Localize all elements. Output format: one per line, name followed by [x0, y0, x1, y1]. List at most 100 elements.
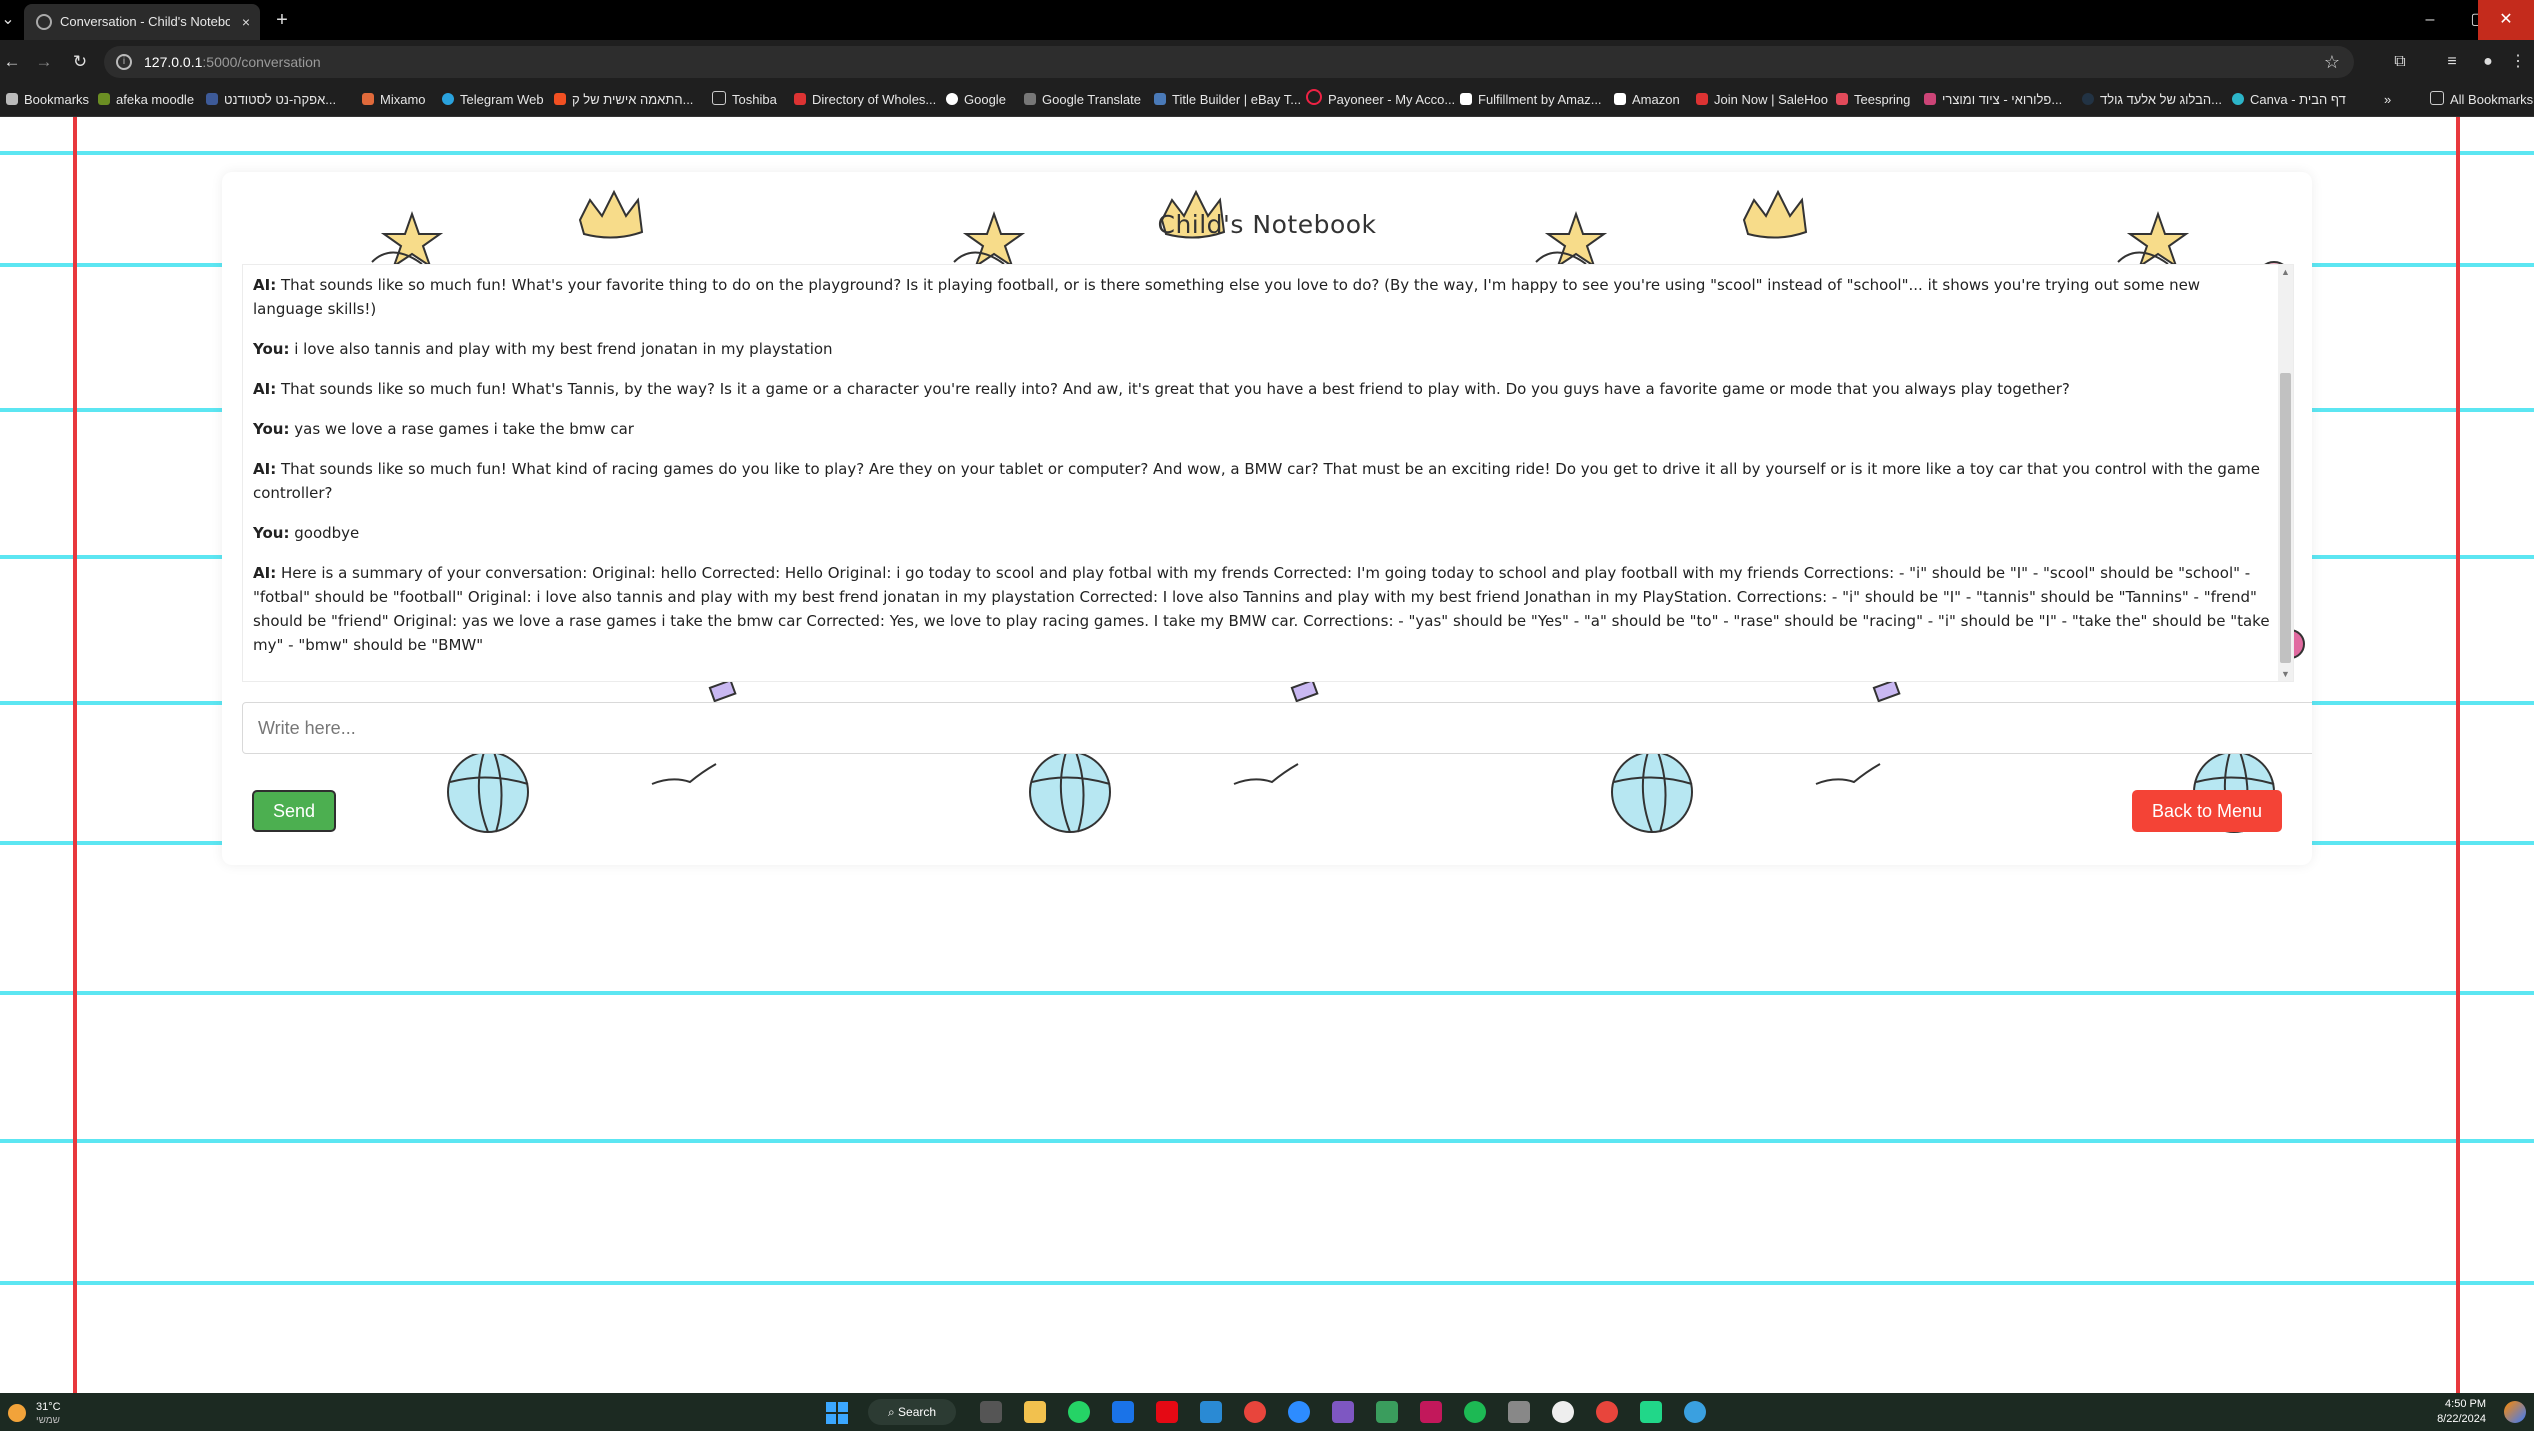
bookmark-item[interactable]: Teespring: [1836, 84, 1910, 116]
task-view-icon[interactable]: [980, 1401, 1002, 1423]
zoom-icon[interactable]: [1288, 1401, 1310, 1423]
speaker-label: AI:: [253, 276, 277, 294]
jetbrains-icon[interactable]: [1420, 1401, 1442, 1423]
system-clock[interactable]: 4:50 PM 8/22/2024: [2437, 1397, 2486, 1427]
extensions-icon[interactable]: ⧉: [2388, 50, 2412, 74]
notebook-page: Child's Notebook AI: That sounds like so…: [0, 117, 2534, 1393]
bookmark-item[interactable]: Telegram Web: [442, 84, 544, 116]
outlook-icon[interactable]: [1112, 1401, 1134, 1423]
google-icon: [946, 93, 958, 105]
scroll-down-icon[interactable]: ▼: [2278, 667, 2293, 681]
moodle-icon: [98, 93, 110, 105]
bookmark-item[interactable]: Toshiba: [712, 84, 777, 116]
pycharm-icon[interactable]: [1640, 1401, 1662, 1423]
bookmark-item[interactable]: Directory of Wholes...: [794, 84, 936, 116]
speaker-label: AI:: [253, 380, 277, 398]
vscode-icon[interactable]: [1200, 1401, 1222, 1423]
whatsapp-icon[interactable]: [1068, 1401, 1090, 1423]
bookmark-item[interactable]: Fulfillment by Amaz...: [1460, 84, 1602, 116]
bookmark-item[interactable]: Join Now | SaleHoo: [1696, 84, 1828, 116]
message-input[interactable]: [242, 702, 2312, 754]
back-to-menu-button[interactable]: Back to Menu: [2132, 790, 2282, 832]
window-close-icon[interactable]: ✕: [2478, 0, 2534, 40]
chat-history[interactable]: AI: That sounds like so much fun! What's…: [242, 264, 2294, 682]
address-toolbar: ← → ↻ i 127.0.0.1:5000/conversation ☆ ⧉ …: [0, 40, 2534, 84]
send-button[interactable]: Send: [252, 790, 336, 832]
browser-menu-icon[interactable]: ⋮: [2506, 50, 2530, 74]
browser-tab-strip: ⌄ Conversation - Child's Notebook × + – …: [0, 0, 2534, 40]
visual-studio-icon[interactable]: [1332, 1401, 1354, 1423]
translate-icon: [1024, 93, 1036, 105]
chat-scrollbar[interactable]: ▲ ▼: [2278, 265, 2293, 681]
forward-arrow-icon[interactable]: →: [32, 50, 56, 74]
address-bar[interactable]: i 127.0.0.1:5000/conversation ☆: [104, 46, 2354, 78]
windows-start-icon[interactable]: [826, 1402, 848, 1424]
new-tab-icon[interactable]: +: [270, 8, 294, 32]
ball-doodle: [1029, 751, 1111, 833]
github-icon[interactable]: [1552, 1401, 1574, 1423]
profile-avatar-icon[interactable]: ●: [2476, 50, 2500, 74]
salehoo-icon: [794, 93, 806, 105]
bookmark-item[interactable]: Amazon: [1614, 84, 1680, 116]
ruled-line: [0, 991, 2534, 995]
all-bookmarks[interactable]: All Bookmarks: [2430, 84, 2533, 116]
reload-icon[interactable]: ↻: [68, 50, 92, 74]
speaker-label: AI:: [253, 460, 277, 478]
canva-icon: [2232, 93, 2244, 105]
sun-icon: [8, 1404, 26, 1422]
bookmark-item[interactable]: Title Builder | eBay T...: [1154, 84, 1301, 116]
bookmarks-overflow-icon[interactable]: »: [2384, 84, 2391, 116]
ruled-line: [0, 1139, 2534, 1143]
bookmark-item[interactable]: אפקה-נט לסטודנט...: [206, 84, 336, 116]
app-icon[interactable]: [1376, 1401, 1398, 1423]
bookmark-star-icon[interactable]: ☆: [2324, 46, 2340, 78]
microsoft-icon: [554, 93, 566, 105]
pencil-doodle: [708, 679, 737, 703]
taskbar-search[interactable]: ⌕ Search: [868, 1399, 956, 1425]
weather-temperature: 31°C: [36, 1401, 61, 1413]
mixamo-icon: [362, 93, 374, 105]
message-ai: AI: That sounds like so much fun! What's…: [253, 273, 2273, 321]
margin-line: [73, 117, 77, 1393]
pencil-doodle: [1290, 679, 1319, 703]
folder-icon: [2430, 91, 2444, 105]
app-icon[interactable]: [1684, 1401, 1706, 1423]
bookmark-item[interactable]: הבלוג של אלעד גולד...: [2082, 84, 2222, 116]
tab-close-icon[interactable]: ×: [242, 4, 250, 40]
bookmark-item[interactable]: afeka moodle: [98, 84, 194, 116]
back-arrow-icon[interactable]: ←: [0, 50, 24, 74]
scrollbar-thumb[interactable]: [2280, 373, 2291, 663]
telegram-icon: [442, 93, 454, 105]
speaker-label: You:: [253, 420, 290, 438]
netflix-icon[interactable]: [1156, 1401, 1178, 1423]
clock-time: 4:50 PM: [2445, 1398, 2486, 1410]
unity-icon[interactable]: [1508, 1401, 1530, 1423]
minimize-icon[interactable]: –: [2406, 0, 2454, 40]
media-icon[interactable]: ≡: [2440, 50, 2464, 74]
bookmark-item[interactable]: פלורואי - ציוד ומוצרי...: [1924, 84, 2062, 116]
browser-tab-active[interactable]: Conversation - Child's Notebook ×: [24, 4, 260, 40]
bookmark-item[interactable]: Google: [946, 84, 1006, 116]
chrome-icon[interactable]: [1596, 1401, 1618, 1423]
bookmark-item[interactable]: Bookmarks: [6, 84, 89, 116]
file-explorer-icon[interactable]: [1024, 1401, 1046, 1423]
message-text: That sounds like so much fun! What kind …: [253, 460, 2260, 502]
title-builder-icon: [1154, 93, 1166, 105]
spotify-icon[interactable]: [1464, 1401, 1486, 1423]
bookmark-item[interactable]: Canva - דף הבית: [2232, 84, 2346, 116]
tab-search-chevron-icon[interactable]: ⌄: [0, 8, 16, 32]
bookmark-item[interactable]: Mixamo: [362, 84, 426, 116]
chrome-icon[interactable]: [1244, 1401, 1266, 1423]
bookmark-item[interactable]: Google Translate: [1024, 84, 1141, 116]
url-text[interactable]: 127.0.0.1:5000/conversation: [144, 46, 321, 78]
bookmark-item[interactable]: Payoneer - My Acco...: [1306, 84, 1455, 116]
weather-widget[interactable]: 31°C שמשי: [8, 1399, 78, 1427]
speaker-label: AI:: [253, 564, 277, 582]
copilot-icon[interactable]: [2504, 1401, 2526, 1423]
amazon-icon: [1460, 93, 1472, 105]
message-text: Here is a summary of your conversation: …: [253, 564, 2270, 654]
site-info-icon[interactable]: i: [116, 54, 132, 70]
scroll-up-icon[interactable]: ▲: [2278, 265, 2293, 279]
afeka-net-icon: [206, 93, 218, 105]
bookmark-item[interactable]: התאמה אישית של ק...: [554, 84, 693, 116]
